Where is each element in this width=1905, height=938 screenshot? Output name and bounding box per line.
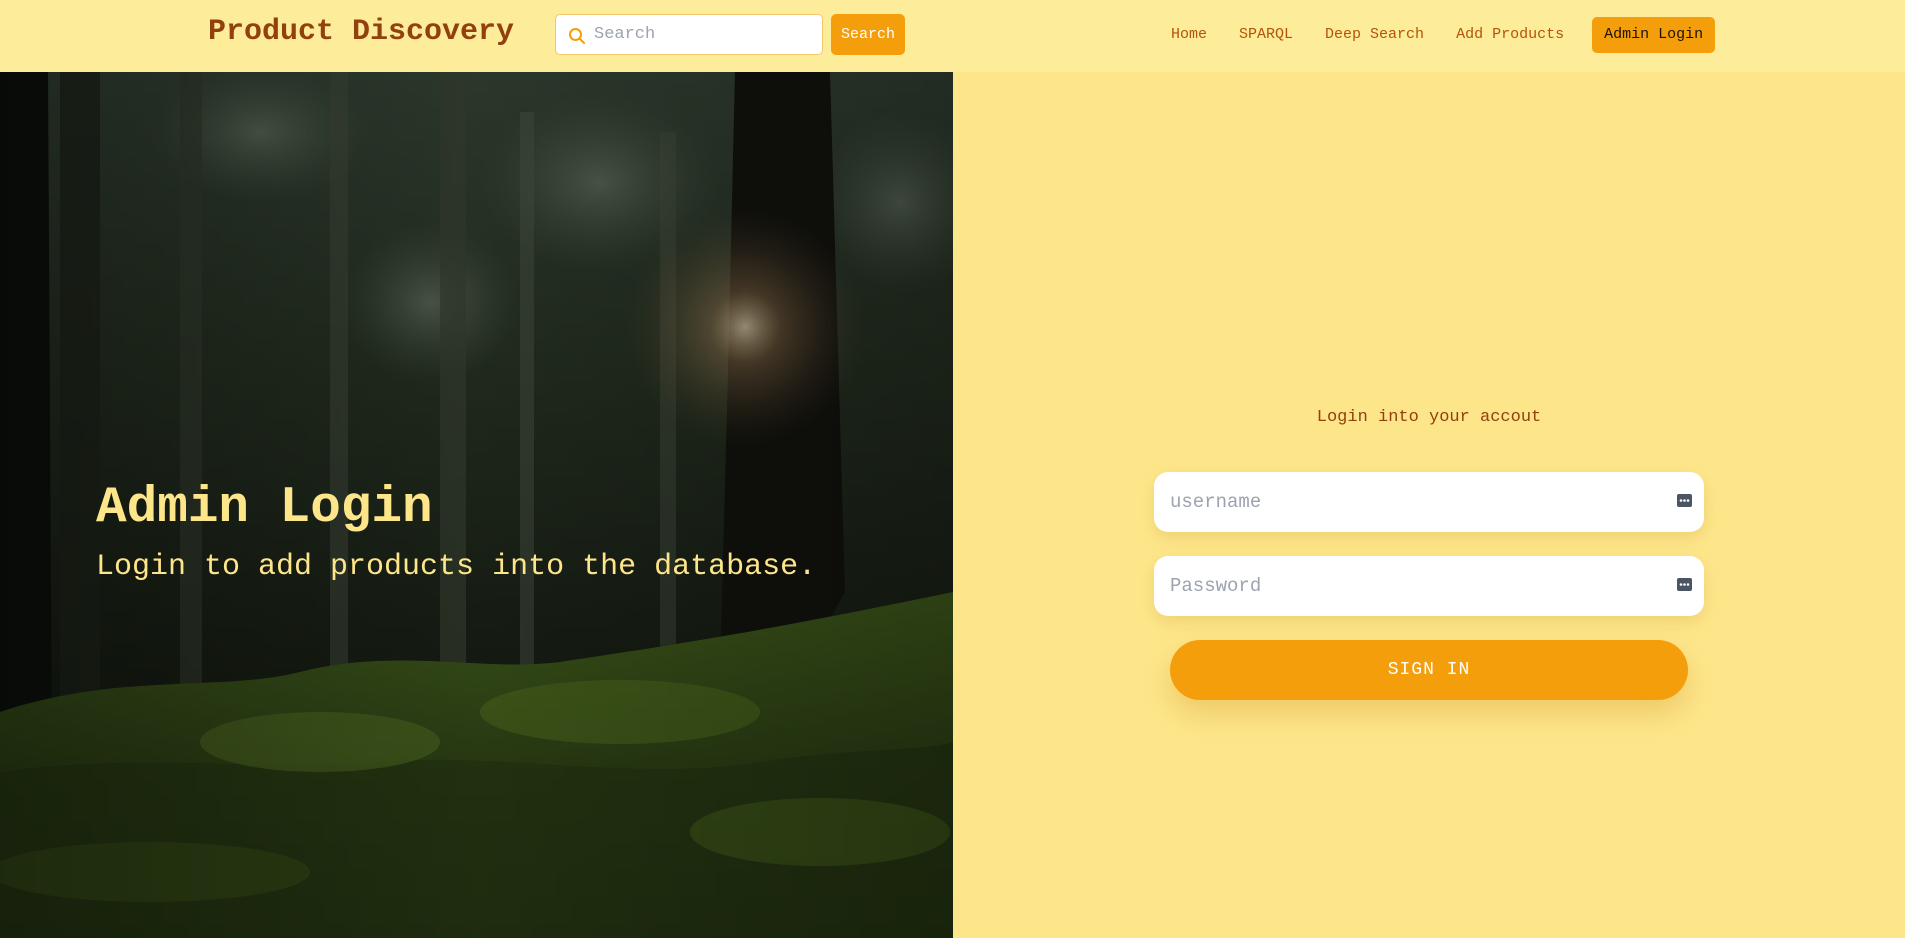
nav-link-deep-search[interactable]: Deep Search [1309,17,1440,53]
password-field [1154,556,1704,616]
brand-title[interactable]: Product Discovery [208,15,514,49]
search-box [555,14,823,55]
search-icon [569,28,585,44]
nav-links: Home SPARQL Deep Search Add Products Adm… [1155,17,1716,53]
hero-panel: Admin Login Login to add products into t… [0,72,953,938]
sign-in-button[interactable]: SIGN IN [1170,640,1688,700]
nav-link-sparql[interactable]: SPARQL [1223,17,1309,53]
nav-link-add-products[interactable]: Add Products [1440,17,1580,53]
admin-login-page: Product Discovery Search Home SPARQL Dee… [0,0,1905,938]
login-caption: Login into your accout [1316,408,1542,427]
top-navbar: Product Discovery Search Home SPARQL Dee… [0,0,1905,72]
username-input[interactable] [1170,472,1670,532]
nav-link-home[interactable]: Home [1155,17,1223,53]
search-input[interactable] [594,15,816,54]
nav-link-admin-login[interactable]: Admin Login [1592,17,1716,53]
password-manager-key-icon[interactable] [1677,578,1692,591]
search-button[interactable]: Search [831,14,905,55]
password-input[interactable] [1170,556,1670,616]
hero-subtitle: Login to add products into the database. [96,550,817,584]
username-field [1154,472,1704,532]
password-manager-key-icon[interactable] [1677,494,1692,507]
hero-title: Admin Login [96,480,433,537]
